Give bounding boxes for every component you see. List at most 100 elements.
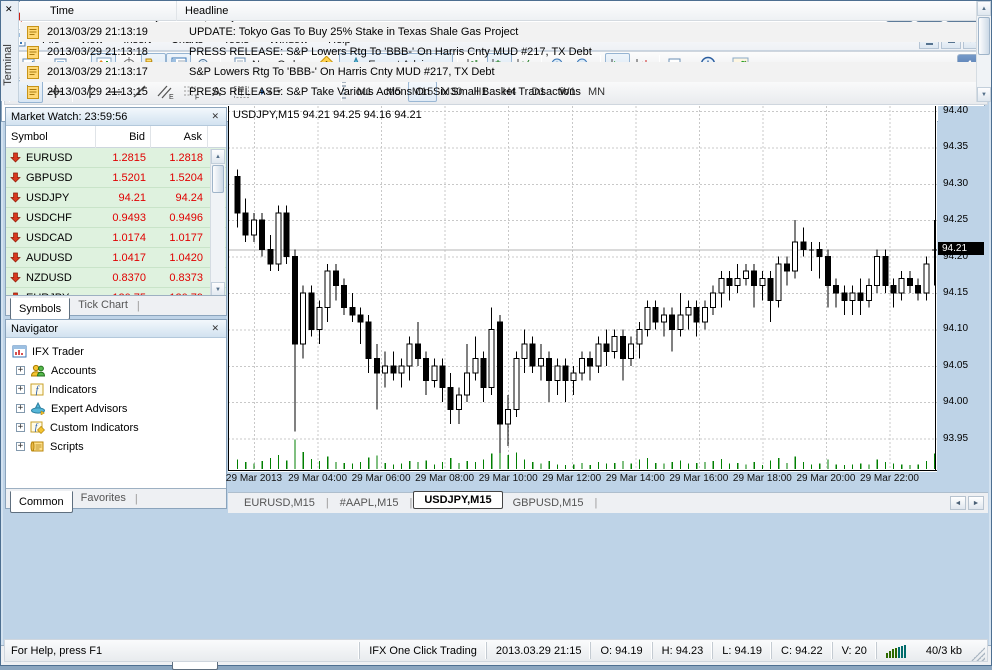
tab-scroll-right-icon[interactable]: ► [968, 496, 984, 510]
navigator-item-label: Accounts [51, 365, 96, 377]
news-row[interactable]: 2013/03/29 21:13:18PRESS RELEASE: S&P Lo… [20, 42, 976, 62]
navigator-item-label: Scripts [50, 441, 84, 453]
chart-tab-bar: EURUSD,M15|#AAPL,M15|USDJPY,M15GBPUSD,M1… [228, 492, 988, 513]
scroll-up-icon[interactable]: ▲ [211, 149, 225, 164]
navigator-tab-common[interactable]: Common [10, 491, 73, 513]
news-time: 2013/03/29 21:13:17 [47, 66, 180, 78]
symbol-label: AUDUSD [26, 252, 72, 264]
close-icon[interactable]: ✕ [5, 4, 13, 15]
news-row[interactable]: 2013/03/29 21:13:15PRESS RELEASE: S&P Ta… [20, 82, 976, 102]
navigator-item-scripts[interactable]: + Scripts [8, 437, 224, 456]
market-watch-row-usdchf[interactable]: USDCHF0.94930.9496 [6, 208, 226, 228]
navigator-item-label: Expert Advisors [51, 403, 127, 415]
accounts-icon [30, 364, 46, 377]
expand-icon[interactable]: + [16, 366, 25, 375]
market-watch-rows: EURUSD1.28151.2818GBPUSD1.52011.5204USDJ… [6, 148, 226, 296]
symbol-label: USDJPY [26, 192, 69, 204]
status-segment-6: V: 20 [832, 642, 876, 659]
column-bid[interactable]: Bid [96, 126, 151, 148]
news-icon [27, 86, 39, 99]
terminal-scrollbar[interactable]: ▲ ▼ [976, 1, 991, 102]
time-axis[interactable]: 29 Mar 201329 Mar 04:0029 Mar 06:0029 Ma… [228, 473, 937, 489]
market-watch-tab-symbols[interactable]: Symbols [10, 298, 70, 320]
navigator-header: Navigator ✕ [6, 320, 226, 338]
close-icon[interactable]: ✕ [209, 111, 221, 122]
news-time: 2013/03/29 21:13:15 [47, 86, 180, 98]
status-help-text: For Help, press F1 [5, 645, 359, 657]
news-headline: S&P Lowers Rtg To 'BBB-' On Harris Cnty … [180, 66, 495, 78]
ask-value: 0.8373 [151, 272, 208, 284]
symbol-label: USDCAD [26, 232, 72, 244]
price-tick: 94.10 [943, 323, 968, 334]
price-chart[interactable] [228, 106, 937, 472]
expand-icon[interactable]: + [16, 442, 25, 451]
scroll-down-icon[interactable]: ▼ [977, 87, 991, 102]
terminal-side-label: Terminal [2, 30, 14, 100]
market-watch-title: Market Watch: 23:59:56 [11, 111, 127, 123]
market-watch-row-nzdusd[interactable]: NZDUSD 0.83700.8373 [6, 268, 226, 288]
navigator-tab-favorites[interactable]: Favorites [73, 490, 134, 507]
navigator-item-label: Custom Indicators [50, 422, 139, 434]
market-watch-tab-tick-chart[interactable]: Tick Chart [70, 297, 136, 314]
down-arrow-icon [10, 272, 21, 283]
bid-value: 1.2815 [96, 152, 151, 164]
price-tick: 94.30 [943, 178, 968, 189]
market-watch-row-usdjpy[interactable]: USDJPY94.2194.24 [6, 188, 226, 208]
status-segment-2: O: 94.19 [590, 642, 651, 659]
resize-grip[interactable] [971, 647, 985, 661]
navigator-tabs: CommonFavorites| [6, 488, 226, 508]
bid-value: 0.8370 [96, 272, 151, 284]
market-watch-row-audusd[interactable]: AUDUSD1.04171.0420 [6, 248, 226, 268]
expand-icon[interactable]: + [16, 423, 25, 432]
tab-separator: | [135, 493, 138, 505]
symbol-label: EURUSD [26, 152, 72, 164]
column-ask[interactable]: Ask [151, 126, 208, 148]
tab-scroll-left-icon[interactable]: ◄ [950, 496, 966, 510]
news-row[interactable]: 2013/03/29 21:13:19UPDATE: Tokyo Gas To … [20, 22, 976, 42]
navigator-root-label: IFX Trader [32, 346, 84, 358]
news-list: 2013/03/29 21:13:19UPDATE: Tokyo Gas To … [20, 22, 976, 102]
market-watch-scrollbar[interactable]: ▲ ▼ [210, 149, 225, 297]
expand-icon[interactable]: + [16, 404, 25, 413]
navigator-item-custom-indicators[interactable]: +fCustom Indicators [8, 418, 224, 437]
ask-value: 0.9496 [151, 212, 208, 224]
scrollbar-thumb[interactable] [212, 165, 224, 193]
scroll-up-icon[interactable]: ▲ [977, 1, 991, 16]
symbol-label: NZDUSD [26, 272, 72, 284]
bid-value: 1.0417 [96, 252, 151, 264]
scrollbar-thumb[interactable] [978, 17, 990, 55]
navigator-item-root[interactable]: IFX Trader [8, 342, 224, 361]
market-watch-row-usdcad[interactable]: USDCAD1.01741.0177 [6, 228, 226, 248]
chart-tab-aapl-m15[interactable]: #AAPL,M15 [330, 495, 409, 511]
price-axis[interactable]: 94.4094.3594.3094.2594.2094.1594.1094.05… [938, 106, 989, 488]
ask-value: 1.0177 [151, 232, 208, 244]
down-arrow-icon [10, 192, 21, 203]
tab-separator: | [137, 300, 140, 312]
column-time[interactable]: Time [20, 5, 176, 17]
terminal-column-header: Time Headline [20, 1, 976, 21]
news-row[interactable]: 2013/03/29 21:13:17S&P Lowers Rtg To 'BB… [20, 62, 976, 82]
chart-area[interactable]: USDJPY,M15 94.21 94.25 94.16 94.21 [228, 106, 937, 472]
column-symbol[interactable]: Symbol [6, 126, 96, 148]
chart-tab-gbpusd-m15[interactable]: GBPUSD,M15 [503, 495, 594, 511]
navigator-item-accounts[interactable]: + Accounts [8, 361, 224, 380]
navigator-title: Navigator [11, 323, 58, 335]
navigator-item-indicators[interactable]: +fIndicators [8, 380, 224, 399]
navigator-panel: Navigator ✕ IFX Trader + Accounts +fIndicat… [5, 319, 227, 509]
expert-advisors-icon [30, 402, 46, 415]
status-segment-3: H: 94.23 [652, 642, 713, 659]
down-arrow-icon [10, 152, 21, 163]
news-time: 2013/03/29 21:13:19 [47, 26, 180, 38]
navigator-item-expert-advisors[interactable]: + Expert Advisors [8, 399, 224, 418]
market-watch-row-eurusd[interactable]: EURUSD1.28151.2818 [6, 148, 226, 168]
price-tick: 94.15 [943, 287, 968, 298]
expand-icon[interactable]: + [16, 385, 25, 394]
market-watch-row-gbpusd[interactable]: GBPUSD1.52011.5204 [6, 168, 226, 188]
symbol-label: USDCHF [26, 212, 72, 224]
chart-tab-eurusd-m15[interactable]: EURUSD,M15 [234, 495, 325, 511]
price-tick: 94.35 [943, 141, 968, 152]
news-headline: PRESS RELEASE: S&P Take Various Actions … [180, 86, 581, 98]
close-icon[interactable]: ✕ [209, 323, 221, 334]
column-headline[interactable]: Headline [176, 1, 228, 21]
chart-tab-usdjpy-m15[interactable]: USDJPY,M15 [413, 491, 502, 509]
